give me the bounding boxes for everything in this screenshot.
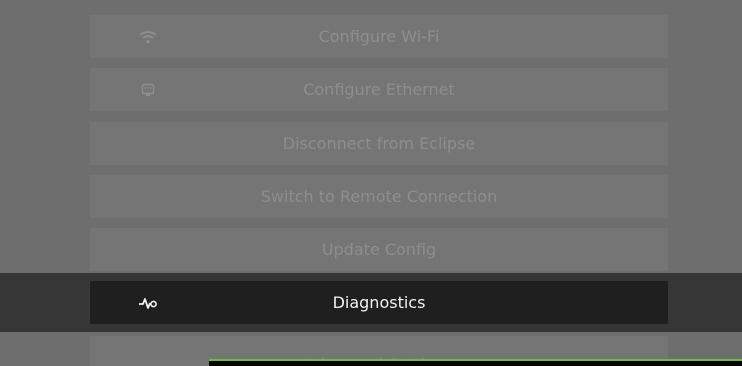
menu-item-label: Diagnostics xyxy=(332,293,426,312)
notification-toast xyxy=(209,359,742,366)
menu-item-label: Configure Wi-Fi xyxy=(318,27,440,46)
menu-item-diagnostics[interactable]: Diagnostics xyxy=(90,281,668,324)
settings-screen: Configure Wi-Fi Configure Ethernet Disco… xyxy=(0,0,742,366)
menu-item-label: Configure Ethernet xyxy=(303,80,455,99)
menu-item-configure-wifi[interactable]: Configure Wi-Fi xyxy=(90,15,668,58)
menu-item-label: Switch to Remote Connection xyxy=(260,187,498,206)
menu-item-switch-remote[interactable]: Switch to Remote Connection xyxy=(90,175,668,218)
ethernet-icon xyxy=(138,68,158,111)
menu-item-label: Disconnect from Eclipse xyxy=(282,134,476,153)
menu-item-update-config[interactable]: Update Config xyxy=(90,228,668,271)
pulse-icon xyxy=(138,281,158,324)
settings-menu: Configure Wi-Fi Configure Ethernet Disco… xyxy=(0,0,742,366)
menu-item-disconnect-eclipse[interactable]: Disconnect from Eclipse xyxy=(90,122,668,165)
wifi-icon xyxy=(138,15,158,58)
menu-item-label: Update Config xyxy=(321,240,437,259)
menu-item-configure-ethernet[interactable]: Configure Ethernet xyxy=(90,68,668,111)
